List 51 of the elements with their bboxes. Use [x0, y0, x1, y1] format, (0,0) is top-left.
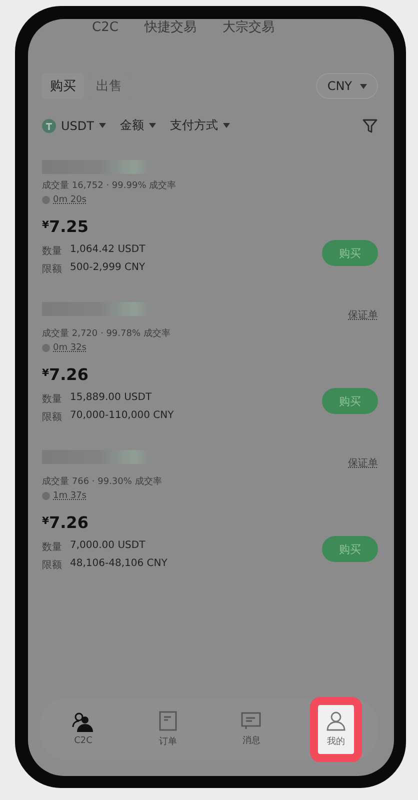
message-icon	[241, 712, 262, 730]
clock-icon	[42, 196, 50, 204]
field-label: 数量	[42, 393, 62, 406]
price: $^{¥}$7.25	[42, 217, 90, 236]
header-tab[interactable]: 快捷交易	[144, 20, 196, 35]
user-icon	[326, 710, 346, 730]
trade-stats: 成交量 766 · 99.30% 成交率	[42, 476, 163, 488]
limit-value: 500-2,999 CNY	[70, 262, 146, 275]
filter-dropdown[interactable]: USDT	[42, 118, 106, 132]
quantity-value: 1,064.42 USDT	[70, 244, 146, 257]
document-icon	[158, 710, 177, 730]
payment-time: 0m 20s	[53, 195, 86, 205]
clock-icon	[42, 344, 50, 352]
field-label: 限额	[42, 262, 62, 276]
currency-dropdown[interactable]: CNY	[316, 73, 378, 99]
people-icon	[72, 712, 94, 732]
payment-time: 0m 32s	[53, 343, 86, 353]
coin-icon	[42, 118, 56, 132]
offer-tag: 保证单	[348, 456, 378, 470]
trade-stats: 成交量 2,720 · 99.78% 成交率	[42, 328, 172, 340]
field-label: 数量	[42, 541, 62, 554]
buy-button[interactable]: 购买	[322, 240, 378, 266]
caret-icon	[148, 123, 156, 128]
field-label: 限额	[42, 558, 62, 572]
nav-tab[interactable]: 我的	[318, 704, 354, 754]
buy-button[interactable]: 购买	[322, 536, 378, 562]
limit-value: 48,106-48,106 CNY	[70, 558, 168, 571]
buy-button[interactable]: 购买	[322, 388, 378, 414]
field-label: 限额	[42, 410, 62, 424]
caret-icon	[222, 123, 230, 128]
payment-time: 1m 37s	[53, 491, 86, 501]
price: $^{¥}$7.26	[42, 365, 90, 384]
header-tab[interactable]: C2C	[92, 20, 118, 35]
caret-icon	[360, 84, 367, 88]
field-label: 数量	[42, 245, 62, 258]
nav-tab[interactable]: C2C	[64, 706, 102, 752]
quantity-value: 7,000.00 USDT	[70, 540, 146, 553]
quantity-value: 15,889.00 USDT	[70, 392, 152, 405]
trade-tab[interactable]: 购买	[42, 73, 84, 99]
header-tab[interactable]: 大宗交易	[222, 20, 274, 35]
filter-dropdown[interactable]: 支付方式	[170, 117, 230, 134]
filter-icon[interactable]	[362, 118, 378, 134]
nav-tab[interactable]: 订单	[150, 704, 185, 754]
trade-stats: 成交量 16,752 · 99.99% 成交率	[42, 180, 178, 192]
caret-icon	[98, 123, 106, 128]
limit-value: 70,000-110,000 CNY	[70, 410, 174, 423]
offer-tag: 保证单	[348, 308, 378, 322]
nav-tab[interactable]: 消息	[233, 706, 270, 752]
price: $^{¥}$7.26	[42, 513, 90, 532]
filter-dropdown[interactable]: 金额	[120, 117, 156, 134]
clock-icon	[42, 492, 50, 500]
